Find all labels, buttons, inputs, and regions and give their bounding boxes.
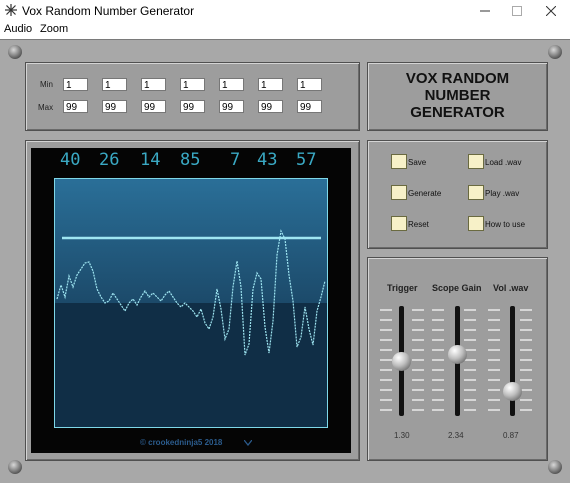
range-panel [25,62,360,131]
scope-gain-knob[interactable] [448,345,467,364]
scope-gain-value: 2.34 [448,431,464,440]
vol-wav-value: 0.87 [503,431,519,440]
max-field-5[interactable]: 99 [219,100,244,113]
vol-wav-knob[interactable] [503,382,522,401]
trigger-value: 1.30 [394,431,410,440]
oscilloscope [54,178,328,428]
max-field-2[interactable]: 99 [102,100,127,113]
minimize-icon [480,10,490,12]
how-to-use-label: How to use [485,220,526,229]
reset-label: Reset [408,220,429,229]
title-bar: Vox Random Number Generator [0,0,570,22]
generate-button[interactable] [391,185,407,200]
menu-audio[interactable]: Audio [4,23,32,35]
screw-icon [548,460,562,474]
screw-icon [548,45,562,59]
play-wav-label: Play .wav [485,189,520,198]
trigger-label: Trigger [387,283,418,293]
vol-wav-label: Vol .wav [493,283,529,293]
menu-zoom[interactable]: Zoom [40,23,68,35]
brand-line-1: VOX RANDOM [405,70,510,87]
min-label: Min [40,80,53,89]
oscilloscope-trace [55,179,327,427]
min-field-3[interactable]: 1 [141,78,166,91]
reset-button[interactable] [391,216,407,231]
result-number-4: 85 [180,150,201,170]
minimize-button[interactable] [468,0,502,22]
screw-icon [8,460,22,474]
max-field-3[interactable]: 99 [141,100,166,113]
app-icon [5,4,17,16]
result-number-5: 7 [230,150,241,170]
screw-icon [8,45,22,59]
max-field-4[interactable]: 99 [180,100,205,113]
save-label: Save [408,158,427,167]
brand-line-3: GENERATOR [410,104,505,121]
min-field-4[interactable]: 1 [180,78,205,91]
load-wav-button[interactable] [468,154,484,169]
maximize-icon [512,6,522,16]
brand-panel: VOX RANDOM NUMBER GENERATOR [367,62,548,131]
result-number-7: 57 [296,150,317,170]
scope-gain-label: Scope Gain [432,283,482,293]
result-number-6: 43 [257,150,278,170]
min-field-6[interactable]: 1 [258,78,283,91]
brand-line-2: NUMBER [424,87,491,104]
window-title: Vox Random Number Generator [22,4,195,18]
result-number-3: 14 [140,150,161,170]
chevron-down-icon[interactable] [244,440,252,446]
menu-bar: Audio Zoom [0,22,570,39]
max-label: Max [38,103,54,112]
min-field-2[interactable]: 1 [102,78,127,91]
max-field-6[interactable]: 99 [258,100,283,113]
result-number-1: 40 [60,150,81,170]
min-field-7[interactable]: 1 [297,78,322,91]
min-field-5[interactable]: 1 [219,78,244,91]
save-button[interactable] [391,154,407,169]
result-number-2: 26 [99,150,120,170]
close-icon [546,6,556,16]
max-field-1[interactable]: 99 [63,100,88,113]
trigger-knob[interactable] [392,352,411,371]
close-button[interactable] [534,0,568,22]
play-wav-button[interactable] [468,185,484,200]
maximize-button[interactable] [500,0,534,22]
max-field-7[interactable]: 99 [297,100,322,113]
generate-label: Generate [408,189,442,198]
min-field-1[interactable]: 1 [63,78,88,91]
copyright-text: © crookedninja5 2018 [140,438,223,447]
load-wav-label: Load .wav [485,158,522,167]
how-to-use-button[interactable] [468,216,484,231]
